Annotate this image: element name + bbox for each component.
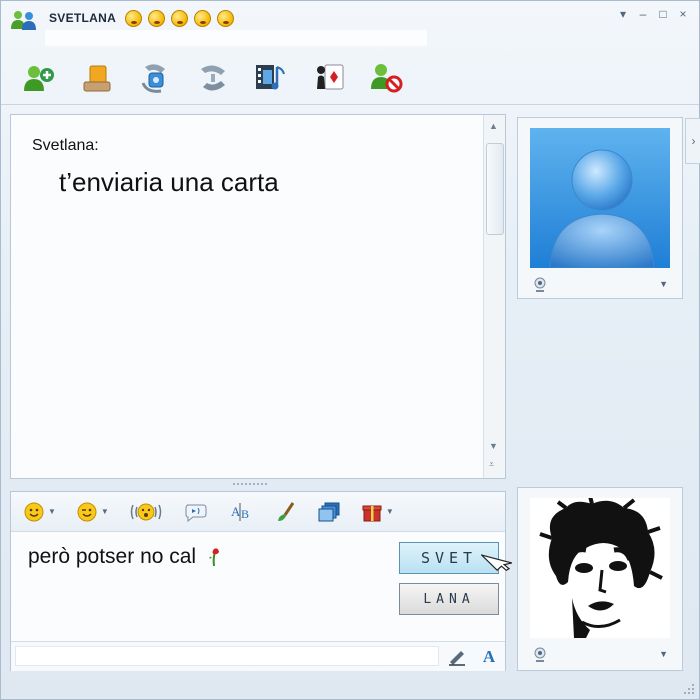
chevron-down-icon: ▼ [100, 507, 109, 516]
block-contact-icon [371, 63, 403, 92]
formatting-toolbar: ▼ ▼ A B ▼ [11, 492, 505, 532]
conversation-history[interactable]: Svetlana: t’enviaria una carta ▲ ▼ ⩡ [10, 114, 506, 479]
handwriting-button-lana[interactable]: LANA [399, 583, 499, 615]
collapse-panel-button[interactable]: › [685, 118, 700, 164]
emoticon-icon [24, 502, 44, 521]
blush-emoticon-icon [217, 10, 234, 27]
activities-button[interactable] [253, 60, 289, 96]
voice-clip-button[interactable] [183, 499, 209, 525]
games-button[interactable] [311, 60, 347, 96]
video-call-icon [141, 63, 165, 93]
message-text: t’enviaria una carta [59, 167, 279, 197]
user-picture-controls: ▼ [532, 646, 672, 662]
title-bar: SVETLANA ▾ – □ × [1, 1, 699, 51]
contact-picture-controls: ▼ [532, 276, 672, 292]
nudge-icon [130, 503, 162, 520]
scroll-down-icon[interactable]: ▼ [489, 441, 498, 451]
font-button[interactable]: A B [229, 499, 255, 525]
webcam-icon[interactable] [532, 276, 548, 292]
personal-message-field [45, 30, 427, 46]
blush-emoticon-icon [171, 10, 188, 27]
window-controls: ▾ – □ × [617, 7, 689, 21]
message-sender: Svetlana: [32, 137, 99, 154]
font-icon: A B [231, 502, 249, 521]
invite-contact-button[interactable] [21, 60, 57, 96]
chevron-down-icon: ▼ [385, 507, 394, 516]
minimize-button[interactable]: – [637, 7, 649, 21]
nudge-button[interactable] [129, 499, 163, 525]
chevron-down-icon: ▼ [48, 507, 56, 516]
compose-panel: ▼ ▼ A B ▼ però potser no cal SVET LANA A [10, 491, 513, 671]
block-contact-button[interactable] [369, 60, 405, 96]
scroll-thumb[interactable] [486, 143, 504, 235]
games-icon [317, 64, 344, 89]
chevron-down-icon[interactable]: ▼ [659, 649, 668, 659]
conversation-scrollbar[interactable]: ▲ ▼ ⩡ [483, 115, 505, 478]
scroll-bottom-icon[interactable]: ⩡ [489, 459, 494, 470]
blush-emoticon-icon [194, 10, 211, 27]
window-title: SVETLANA [49, 11, 117, 25]
close-button[interactable]: × [677, 7, 689, 21]
scroll-up-icon[interactable]: ▲ [489, 121, 498, 131]
handwriting-pen-icon [449, 651, 465, 666]
gallery-button[interactable] [317, 499, 341, 525]
svg-text:B: B [241, 507, 249, 521]
webcam-icon[interactable] [532, 646, 548, 662]
pane-splitter[interactable] [233, 483, 267, 487]
handwriting-mode-button[interactable] [445, 646, 469, 668]
emoticon-button[interactable]: ▼ [23, 499, 56, 525]
gift-icon [362, 505, 382, 521]
contacts-icon [11, 11, 36, 30]
chat-window: SVETLANA ▾ – □ × Svetlana: t’enviaria un… [0, 0, 700, 700]
gallery-icon [318, 502, 340, 521]
wink-icon [77, 502, 97, 521]
compose-footer: A [11, 641, 505, 671]
send-files-button[interactable] [79, 60, 115, 96]
wink-button[interactable]: ▼ [76, 499, 109, 525]
chevron-down-icon[interactable]: ▼ [659, 279, 668, 289]
background-button[interactable] [275, 499, 297, 525]
voice-call-button[interactable] [195, 60, 231, 96]
contact-picture-frame: ▼ [517, 117, 683, 299]
message-input[interactable]: però potser no cal [28, 545, 222, 569]
invite-contact-icon [24, 65, 54, 91]
window-menu-button[interactable]: ▾ [617, 7, 629, 21]
voice-call-icon [201, 64, 225, 91]
main-toolbar [1, 51, 699, 105]
voice-clip-icon [185, 504, 207, 522]
background-brush-icon [277, 501, 295, 521]
blush-emoticon-icon [125, 10, 142, 27]
default-user-avatar-icon[interactable] [530, 128, 670, 268]
user-picture-frame: ▼ [517, 487, 683, 671]
wilted-rose-icon [209, 548, 219, 567]
compose-status-field [15, 646, 439, 666]
chevron-right-icon: › [691, 134, 696, 148]
mouse-cursor-icon [481, 553, 513, 572]
maximize-button[interactable]: □ [657, 7, 669, 21]
send-files-icon [83, 65, 111, 91]
title-emoticons [125, 10, 234, 27]
video-call-button[interactable] [137, 60, 173, 96]
gift-button[interactable]: ▼ [361, 499, 394, 525]
text-mode-button[interactable]: A [477, 646, 501, 668]
blush-emoticon-icon [148, 10, 165, 27]
message-input-text: però potser no cal [28, 545, 197, 568]
activities-icon [256, 64, 285, 89]
resize-grip-icon[interactable] [683, 683, 695, 695]
user-portrait-icon[interactable] [530, 498, 670, 638]
